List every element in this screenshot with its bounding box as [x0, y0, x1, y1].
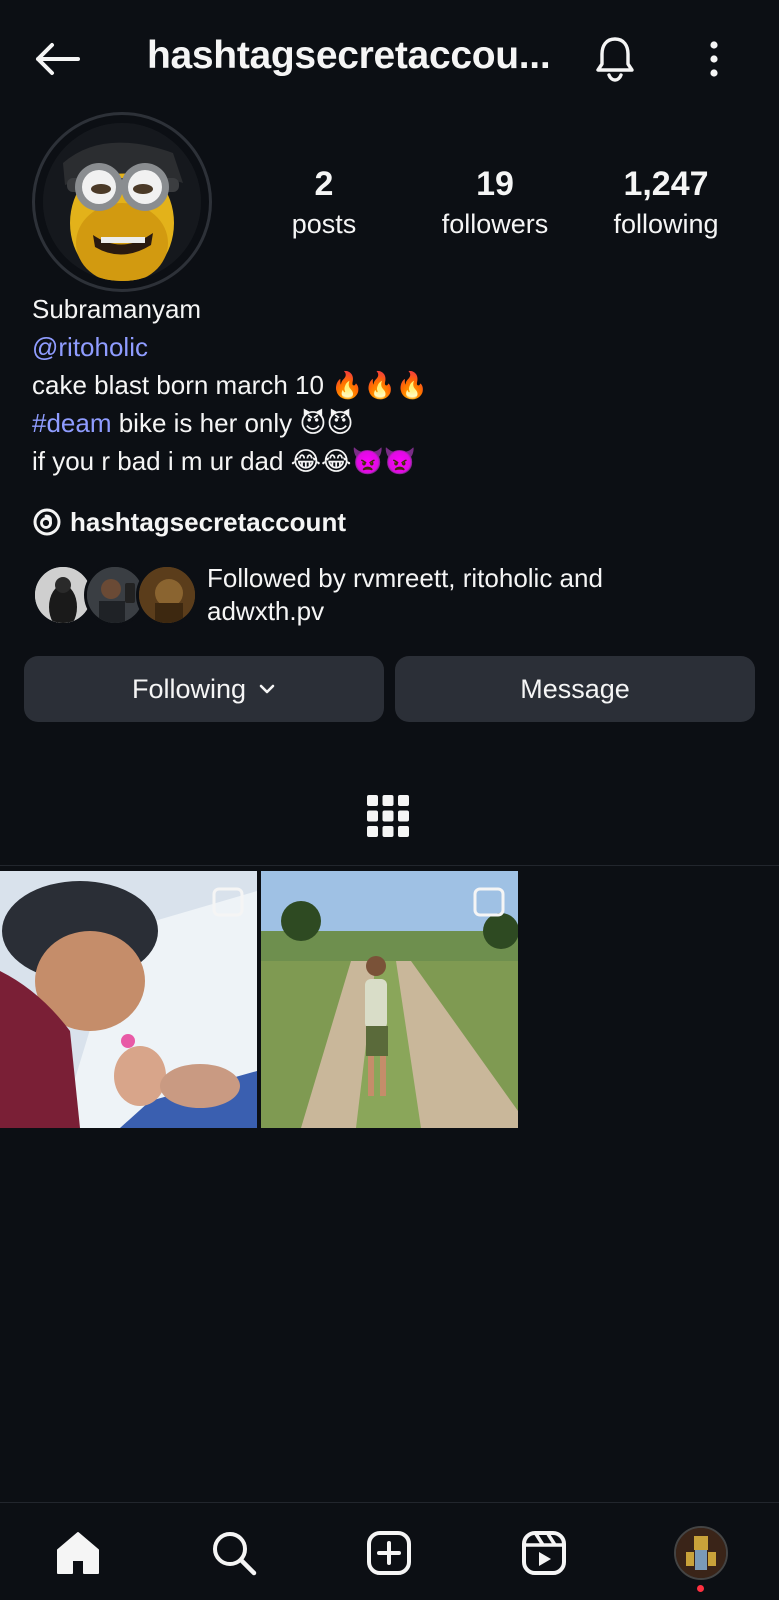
- bio-line-3: if you r bad i m ur dad 😂😂👿👿: [32, 446, 417, 476]
- bio-line-2: #deam bike is her only 😈😈: [32, 404, 428, 442]
- grid-icon: [367, 795, 409, 837]
- reels-icon: [522, 1531, 566, 1575]
- following-button[interactable]: Following: [24, 656, 384, 722]
- followers-count: 19: [476, 165, 514, 203]
- nav-profile[interactable]: [671, 1523, 731, 1583]
- search-icon: [213, 1532, 257, 1576]
- post-image-2: [261, 871, 518, 1128]
- notification-dot: [697, 1585, 704, 1592]
- bell-icon: [596, 37, 634, 82]
- profile-avatar-small: [674, 1526, 728, 1580]
- profile-bio: Subramanyam @ritoholic cake blast born m…: [32, 290, 428, 480]
- following-label: following: [613, 209, 719, 239]
- threads-link[interactable]: hashtagsecretaccount: [32, 502, 346, 542]
- avatar-image: [43, 123, 201, 281]
- nav-create[interactable]: [359, 1523, 419, 1583]
- following-button-label: Following: [131, 673, 247, 704]
- bottom-navigation: [0, 1503, 779, 1600]
- post-image-1: [0, 871, 257, 1128]
- mutual-avatar-3: [136, 564, 198, 626]
- tab-divider: [0, 865, 779, 866]
- more-vertical-icon: [710, 41, 718, 77]
- followers-label: followers: [441, 209, 549, 239]
- following-count: 1,247: [623, 165, 709, 203]
- profile-page: hashtagsecretaccou... 2 posts 19 followe…: [0, 0, 779, 1600]
- threads-icon: [33, 508, 61, 536]
- posts-count: 2: [314, 165, 334, 203]
- mutual-followers[interactable]: Followed by rvmreett, ritoholic and adwx…: [32, 562, 752, 632]
- nav-home[interactable]: [48, 1523, 108, 1583]
- chevron-down-icon: [259, 684, 275, 694]
- posts-stat[interactable]: 2 posts: [249, 164, 399, 244]
- more-options-button[interactable]: [694, 34, 734, 84]
- threads-handle: hashtagsecretaccount: [70, 506, 346, 537]
- create-icon: [367, 1531, 411, 1575]
- bio-line-1: cake blast born march 10 🔥🔥🔥: [32, 370, 429, 400]
- arrow-left-icon: [36, 43, 80, 75]
- message-button-label: Message: [520, 673, 630, 704]
- mention-link[interactable]: @ritoholic: [32, 328, 428, 366]
- followed-by-text: Followed by rvmreett, ritoholic and adwx…: [207, 563, 603, 626]
- home-icon: [57, 1532, 99, 1574]
- back-button[interactable]: [30, 34, 84, 84]
- top-bar: hashtagsecretaccou...: [0, 24, 779, 92]
- grid-tab[interactable]: [366, 794, 410, 838]
- message-button[interactable]: Message: [395, 656, 755, 722]
- nav-reels[interactable]: [514, 1523, 574, 1583]
- posts-label: posts: [291, 209, 357, 239]
- post-thumbnail[interactable]: [261, 871, 518, 1128]
- hashtag-link[interactable]: #deam: [32, 408, 112, 438]
- post-thumbnail[interactable]: [0, 871, 257, 1128]
- notifications-button[interactable]: [590, 32, 640, 84]
- profile-avatar[interactable]: [32, 112, 212, 292]
- profile-name: Subramanyam: [32, 294, 202, 324]
- nav-search[interactable]: [204, 1523, 264, 1583]
- page-title: hashtagsecretaccou...: [147, 34, 551, 77]
- followers-stat[interactable]: 19 followers: [420, 164, 570, 244]
- bio-line-2-text: bike is her only 😈😈: [111, 408, 354, 438]
- following-stat[interactable]: 1,247 following: [591, 164, 741, 244]
